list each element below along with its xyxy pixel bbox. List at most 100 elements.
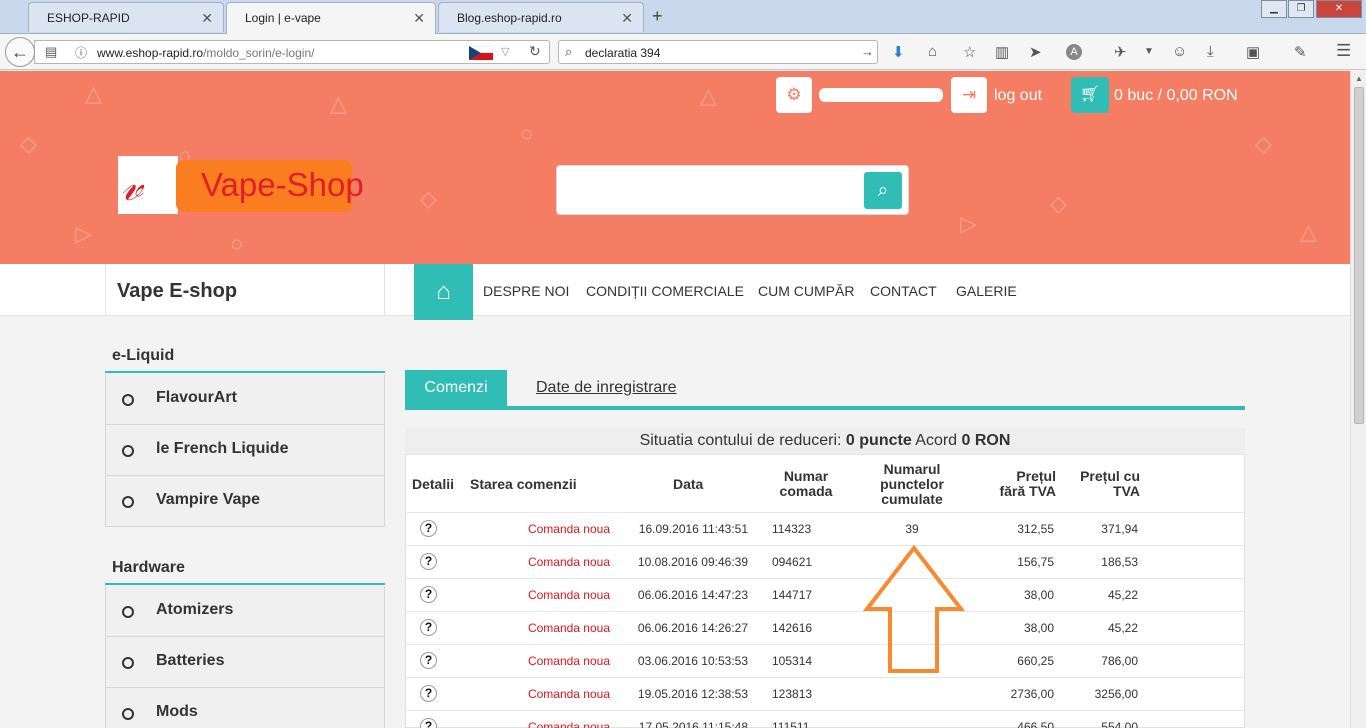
home-icon[interactable]: ⌂ [928, 43, 937, 60]
order-details-icon[interactable]: ? [420, 685, 437, 702]
nav-galerie[interactable]: GALERIE [956, 283, 1017, 299]
order-price-incl: 554,00 [1101, 720, 1138, 728]
decor-diamond-icon: ◇ [1050, 191, 1067, 216]
browser-search-input[interactable]: ⌕ declaratia 394 → [558, 40, 878, 64]
order-points: 39 [905, 522, 919, 536]
discount-summary: Situatia contului de reduceri: 0 puncte … [405, 428, 1245, 454]
header-price-excl: Prețul fără TVA [999, 468, 1056, 499]
decor-triangle-icon: ▷ [960, 211, 977, 236]
minimize-window-button[interactable]: ▁ [1261, 0, 1287, 18]
smiley-icon[interactable]: ☺ [1172, 43, 1187, 60]
order-status[interactable]: Comanda noua [470, 654, 610, 668]
close-tab-icon[interactable]: ✕ [413, 10, 425, 27]
order-date: 16.09.2016 11:43:51 [638, 522, 748, 536]
close-tab-icon[interactable]: ✕ [201, 10, 213, 27]
order-status[interactable]: Comanda noua [470, 522, 610, 536]
identity-icon[interactable]: ▤ [45, 44, 57, 60]
summary-points: 0 puncte [845, 432, 912, 449]
close-tab-icon[interactable]: ✕ [621, 10, 633, 27]
nav-contact[interactable]: CONTACT [870, 283, 937, 299]
order-details-icon[interactable]: ? [420, 520, 437, 537]
bookmarks-list-icon[interactable]: ▥ [995, 43, 1009, 61]
scrollbar-thumb[interactable] [1354, 87, 1364, 424]
address-bar[interactable]: ▤ ⓘ www.eshop-rapid.ro/moldo_sorin/e-log… [34, 40, 550, 64]
bullet-circle-icon [122, 657, 134, 669]
sidebar-item-flavourart[interactable]: FlavourArt [105, 374, 385, 425]
header-status: Starea comenzii [470, 476, 577, 492]
decor-circle-icon: ○ [230, 231, 244, 256]
save-download-icon[interactable]: ⤓ [1207, 43, 1214, 60]
decor-diamond-icon: ◇ [420, 186, 437, 211]
menu-dropdown-icon[interactable]: ▼ [1144, 46, 1154, 57]
cart-summary[interactable]: 0 buc / 0,00 RON [1114, 87, 1238, 105]
sidebar-item-batteries[interactable]: Batteries [105, 637, 385, 688]
extension-icon[interactable]: ✈ [1114, 43, 1127, 61]
cart-icon-button[interactable]: 🛒︎ [1071, 77, 1109, 113]
tab-comenzi[interactable]: Comenzi [405, 370, 507, 408]
sidebar-item-atomizers[interactable]: Atomizers [105, 586, 385, 637]
browser-tab-title: Blog.eshop-rapid.ro [457, 11, 562, 25]
sidebar-item-le-french-liquide[interactable]: le French Liquide [105, 425, 385, 476]
site-search[interactable]: ⌕ [556, 165, 909, 215]
sidebar-heading-label: Hardware [112, 559, 185, 576]
sidebar-item-mods[interactable]: Mods [105, 688, 385, 728]
decor-triangle-icon: △ [330, 91, 347, 116]
close-window-button[interactable]: ✕ [1316, 0, 1362, 18]
back-button[interactable]: ← [5, 37, 35, 67]
settings-gear-button[interactable]: ⚙ [776, 77, 812, 113]
browser-tab-eshop-rapid[interactable]: ESHOP-RAPID ✕ [28, 2, 224, 32]
home-button[interactable]: ⌂ [414, 264, 473, 320]
order-number: 105314 [772, 654, 813, 668]
browser-tab-blog[interactable]: Blog.eshop-rapid.ro ✕ [438, 2, 644, 32]
download-icon[interactable]: ⬇ [892, 43, 905, 61]
order-number: 142616 [772, 621, 813, 635]
screenshot-icon[interactable]: ▣ [1246, 43, 1260, 61]
bookmark-star-icon[interactable]: ☆ [963, 43, 976, 61]
order-status[interactable]: Comanda noua [470, 621, 610, 635]
reload-icon[interactable]: ↻ [529, 43, 541, 60]
sidebar-item-vampire-vape[interactable]: Vampire Vape [105, 476, 385, 527]
order-status[interactable]: Comanda noua [470, 687, 610, 701]
order-price-incl: 786,00 [1101, 654, 1138, 668]
restore-window-button[interactable]: ❐ [1288, 0, 1314, 18]
nav-cum-cumpar[interactable]: CUM CUMPĂR [758, 283, 854, 299]
logout-link[interactable]: log out [994, 87, 1042, 105]
browser-search-value: declaratia 394 [585, 46, 661, 60]
scroll-up-icon[interactable]: ▲ [1355, 74, 1363, 83]
order-details-icon[interactable]: ? [420, 586, 437, 603]
order-status[interactable]: Comanda noua [470, 555, 610, 569]
order-price-excl: 38,00 [1023, 588, 1054, 602]
order-price-excl: 38,00 [1023, 621, 1054, 635]
order-details-icon[interactable]: ? [420, 718, 437, 728]
new-tab-button[interactable]: + [652, 6, 663, 27]
hamburger-menu-icon[interactable]: ☰ [1336, 41, 1351, 61]
order-details-icon[interactable]: ? [420, 619, 437, 636]
header-order-number: Numar comada [779, 468, 833, 499]
order-details-icon[interactable]: ? [420, 652, 437, 669]
order-details-icon[interactable]: ? [420, 553, 437, 570]
logo-text[interactable]: Vape-Shop [201, 166, 364, 204]
order-price-incl: 186,53 [1101, 555, 1138, 569]
send-icon[interactable]: ➤ [1029, 43, 1042, 61]
decor-diamond-icon: ◇ [1255, 131, 1272, 156]
tab-date-inregistrare[interactable]: Date de inregistrare [536, 379, 677, 397]
notes-icon[interactable]: ✎ [1294, 43, 1307, 61]
nav-despre-noi[interactable]: DESPRE NOI [483, 283, 569, 299]
order-status[interactable]: Comanda noua [470, 720, 610, 728]
page-scrollbar[interactable]: ▲ [1350, 71, 1366, 728]
sidebar-item-label: le French Liquide [156, 440, 289, 457]
adblock-icon[interactable]: A [1066, 44, 1082, 60]
nav-conditii-comerciale[interactable]: CONDIȚII COMERCIALE [586, 283, 744, 299]
go-arrow-icon[interactable]: → [861, 44, 874, 59]
dropdown-arrow-icon[interactable]: ▽ [501, 45, 509, 58]
order-date: 03.06.2016 10:53:53 [637, 654, 748, 668]
brand-title[interactable]: Vape E-shop [117, 280, 237, 303]
browser-tab-login[interactable]: Login | e-vape ✕ [226, 2, 436, 35]
info-icon[interactable]: ⓘ [75, 44, 87, 61]
search-button[interactable]: ⌕ [864, 172, 902, 209]
order-price-excl: 2736,00 [1010, 687, 1054, 701]
order-status[interactable]: Comanda noua [470, 588, 610, 602]
logout-icon-button[interactable]: ⇥ [951, 77, 987, 113]
sidebar-heading-hardware: Hardware [105, 555, 385, 585]
row-divider [406, 611, 1244, 612]
